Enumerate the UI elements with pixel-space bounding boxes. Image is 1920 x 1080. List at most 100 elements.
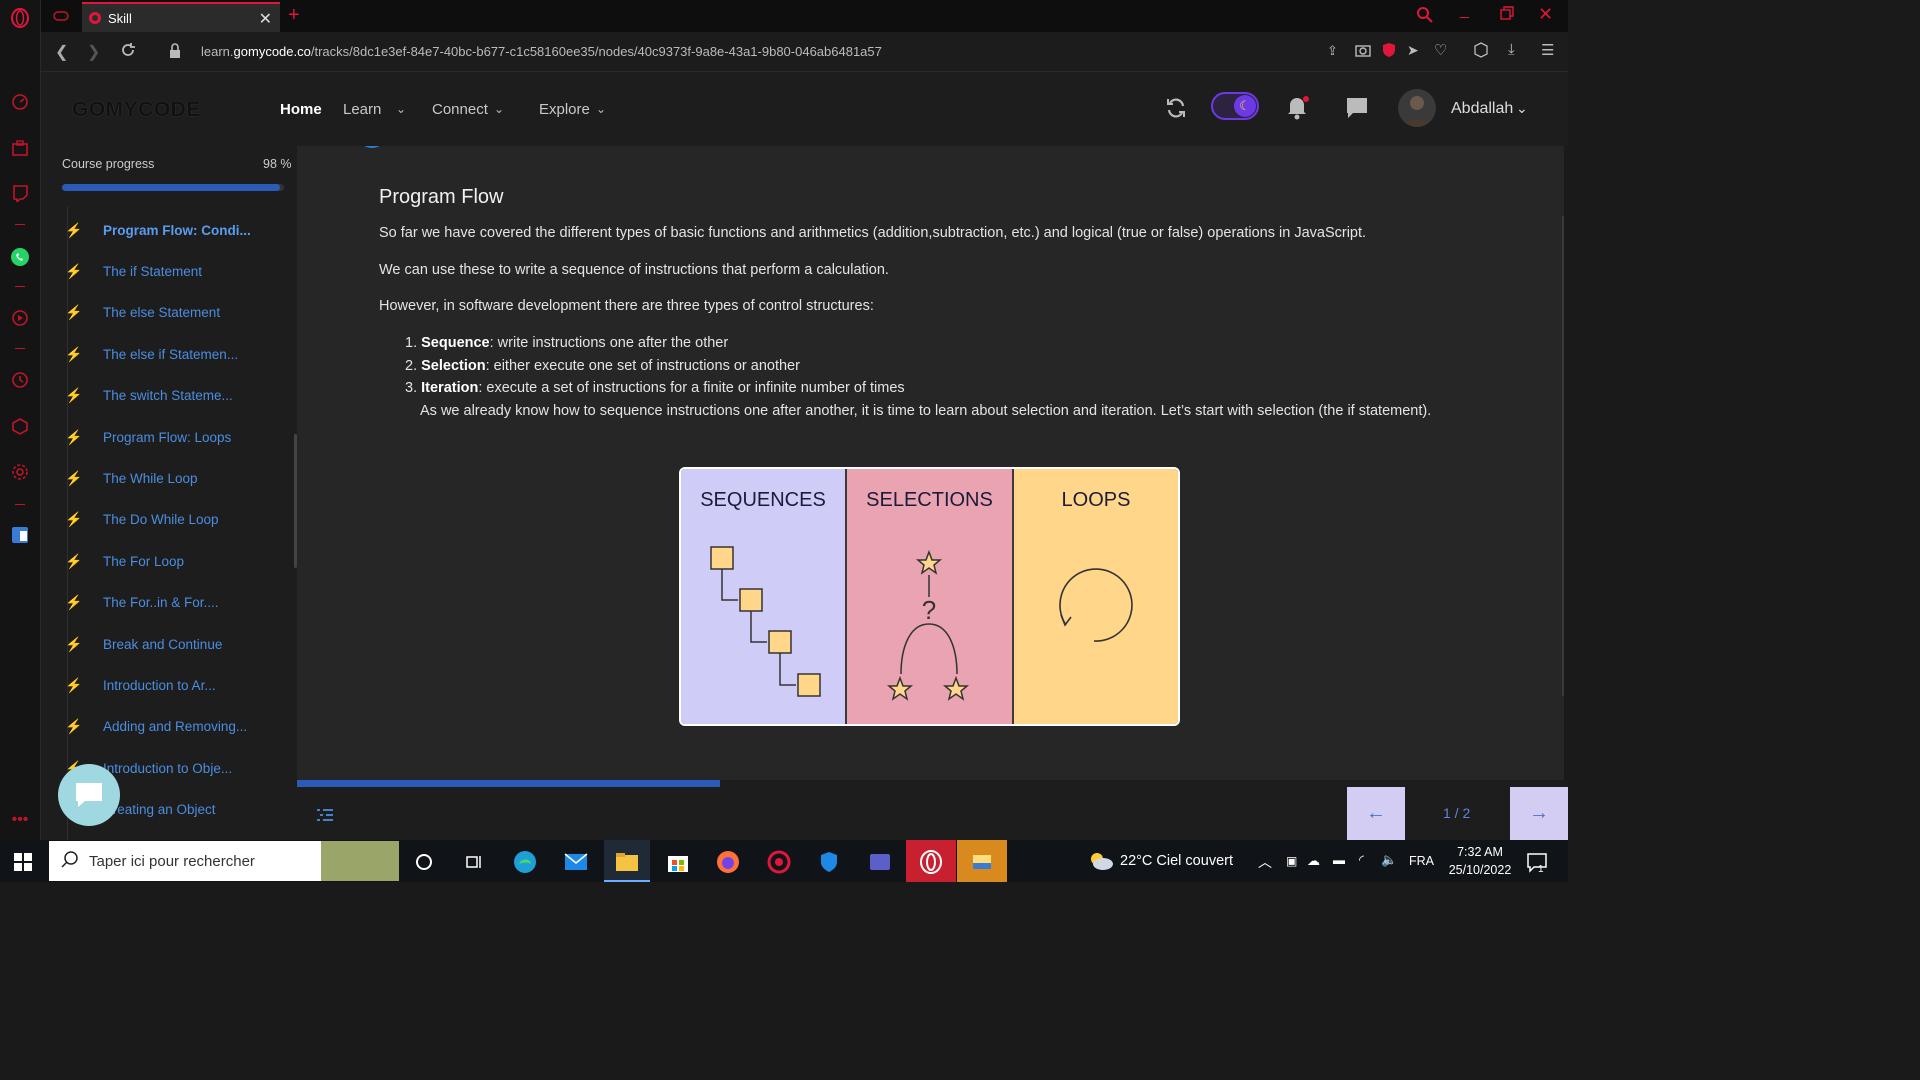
prev-page-button[interactable]: ← (1347, 787, 1405, 840)
easy-setup-icon[interactable]: ☰ (1541, 41, 1554, 59)
gomycode-logo[interactable]: GOMYCODE (72, 98, 201, 122)
lesson-item[interactable]: ⚡ Introduction to Ar... (65, 673, 295, 697)
mail-icon[interactable] (562, 848, 590, 876)
whatsapp-icon[interactable] (10, 247, 30, 267)
cloudy-weather-icon[interactable] (1088, 850, 1114, 877)
camera-icon[interactable] (1355, 43, 1371, 62)
lesson-item[interactable]: ⚡ Program Flow: Condi... (65, 218, 295, 242)
lesson-content: Program Flow So far we have covered the … (297, 146, 1564, 780)
lesson-item[interactable]: ⚡ The While Loop (65, 466, 295, 490)
lesson-item[interactable]: ⚡ The if Statement (65, 259, 295, 283)
lesson-item[interactable]: ⚡ The else Statement (65, 301, 295, 325)
sequences-icon (710, 546, 821, 697)
close-tab-icon[interactable]: ✕ (259, 9, 272, 29)
lesson-item[interactable]: ⚡ Break and Continue (65, 632, 295, 656)
lock-icon[interactable] (169, 43, 181, 64)
wifi-icon[interactable]: ◜ (1359, 852, 1364, 868)
volume-icon[interactable]: 🔈 (1381, 852, 1397, 868)
nav-connect[interactable]: Connect (432, 101, 488, 118)
speed-dial-icon[interactable] (10, 92, 30, 112)
folder-app-icon[interactable] (968, 848, 996, 876)
user-name[interactable]: Abdallah (1451, 100, 1513, 118)
notification-center-icon[interactable] (1526, 852, 1548, 879)
extensions-icon[interactable] (10, 416, 30, 436)
close-window-icon[interactable]: ✕ (1538, 4, 1553, 25)
settings-gear-icon[interactable] (10, 462, 30, 482)
player-icon[interactable] (10, 308, 30, 328)
lesson-item[interactable]: ⚡ Adding and Removing... (65, 715, 295, 739)
support-chat-button[interactable] (58, 764, 120, 826)
windows-start-icon[interactable] (14, 853, 32, 876)
minimize-icon[interactable]: _ (1460, 2, 1469, 20)
opera-tab-favicon-icon (88, 11, 102, 25)
nav-explore[interactable]: Explore (539, 101, 590, 118)
firefox-icon[interactable] (714, 848, 742, 876)
history-icon[interactable] (10, 370, 30, 390)
security-app-icon[interactable] (765, 848, 793, 876)
teams-icon[interactable] (866, 848, 894, 876)
twitch-icon[interactable] (10, 183, 30, 203)
restore-icon[interactable] (1500, 6, 1514, 25)
arrow-left-icon: ← (1366, 802, 1386, 824)
new-tab-icon[interactable]: + (288, 4, 300, 27)
lesson-item[interactable]: ⚡ The switch Stateme... (65, 384, 295, 408)
bag-icon[interactable] (10, 138, 30, 158)
back-icon[interactable]: ❮ (55, 42, 68, 62)
table-of-contents-icon[interactable] (317, 808, 335, 827)
opera-logo-icon[interactable] (10, 8, 30, 28)
download-icon[interactable]: ⤓ (1508, 41, 1515, 58)
lesson-item[interactable]: ⚡ The For..in & For.... (65, 591, 295, 615)
content-scrollbar[interactable] (1562, 216, 1564, 696)
share-icon[interactable]: ⇪ (1327, 43, 1338, 59)
cortana-icon[interactable] (410, 848, 438, 876)
notification-bell-icon[interactable] (1284, 94, 1310, 125)
user-chevron-down-icon[interactable]: ⌄ (1516, 100, 1528, 117)
sequences-panel: SEQUENCES (681, 469, 847, 724)
avatar[interactable] (1398, 89, 1436, 127)
nav-learn[interactable]: Learn (343, 101, 381, 118)
opera-taskbar-icon[interactable] (917, 848, 945, 876)
url-text[interactable]: learn.gomycode.co/tracks/8dc1e3ef-84e7-4… (201, 44, 882, 59)
clock-date[interactable]: 25/10/2022 (1442, 863, 1518, 877)
vpn-shield-icon[interactable] (1382, 42, 1396, 63)
taskbar-search-input[interactable]: Taper ici pour rechercher (49, 841, 399, 881)
theme-toggle[interactable]: ☾ (1211, 92, 1259, 120)
meet-now-icon[interactable]: ▣ (1286, 854, 1297, 868)
file-explorer-icon[interactable] (613, 848, 641, 876)
store-icon[interactable] (664, 848, 692, 876)
edge-icon[interactable] (511, 848, 539, 876)
browser-tab[interactable]: Skill ✕ (82, 2, 280, 32)
lesson-item[interactable]: ⚡ The For Loop (65, 549, 295, 573)
tray-chevron-up-icon[interactable]: ︿ (1258, 852, 1272, 872)
chat-icon[interactable] (1345, 96, 1369, 125)
lesson-item[interactable]: ⚡ The Do While Loop (65, 508, 295, 532)
defender-shield-icon[interactable] (815, 848, 843, 876)
weather-text[interactable]: 22°C Ciel couvert (1120, 853, 1233, 869)
heart-icon[interactable]: ♡ (1434, 41, 1447, 59)
lesson-label: The switch Stateme... (103, 388, 233, 404)
paragraph-3: However, in software development there a… (379, 298, 874, 314)
refresh-icon[interactable] (1164, 96, 1188, 125)
reload-icon[interactable] (119, 41, 137, 64)
more-options-icon[interactable]: ••• (10, 810, 30, 830)
battery-icon[interactable]: ▬ (1333, 853, 1345, 867)
nav-home[interactable]: Home (280, 101, 322, 118)
search-tabs-icon[interactable] (1416, 6, 1434, 29)
chevron-down-icon[interactable]: ⌄ (494, 102, 504, 116)
clock-time[interactable]: 7:32 AM (1452, 845, 1508, 859)
lesson-item[interactable]: ⚡ The else if Statemen... (65, 342, 295, 366)
forward-icon[interactable]: ❯ (87, 42, 100, 62)
gamepad-icon[interactable] (52, 7, 70, 30)
chevron-down-icon[interactable]: ⌄ (596, 102, 606, 116)
task-view-icon[interactable] (460, 848, 488, 876)
language-indicator[interactable]: FRA (1409, 854, 1434, 868)
course-progress-label: Course progress (62, 157, 155, 171)
next-page-button[interactable]: → (1510, 787, 1568, 840)
cube-icon[interactable] (1473, 42, 1489, 63)
lesson-item[interactable]: ⚡ Program Flow: Loops (65, 425, 295, 449)
send-icon[interactable]: ➤ (1407, 42, 1419, 59)
translate-icon[interactable] (10, 525, 30, 545)
chevron-down-icon[interactable]: ⌄ (396, 102, 406, 116)
loops-panel: LOOPS (1014, 469, 1178, 724)
onedrive-cloud-icon[interactable]: ☁ (1307, 853, 1320, 869)
